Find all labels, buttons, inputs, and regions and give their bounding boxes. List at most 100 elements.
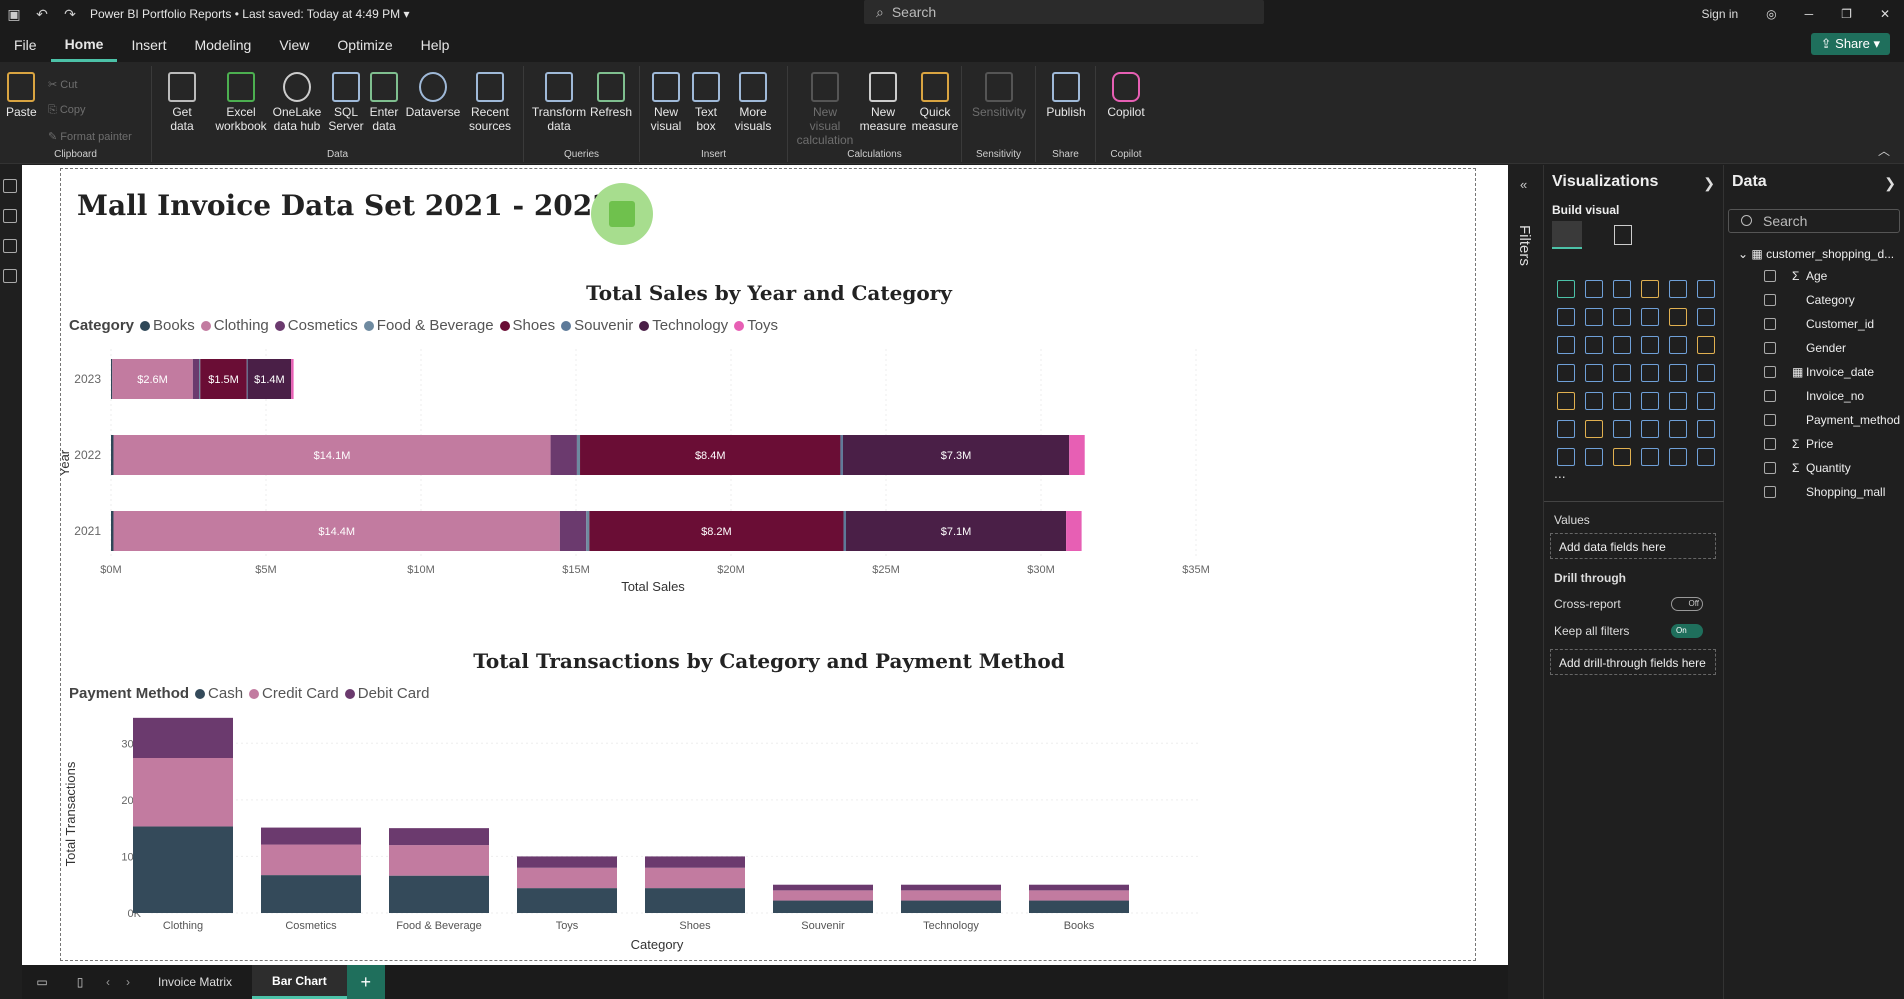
collapse-ribbon-icon[interactable]: ︿: [1878, 142, 1890, 159]
bar-segment[interactable]: [840, 435, 843, 475]
bar-segment[interactable]: [576, 435, 581, 475]
chart2-plot[interactable]: 0K10K20K30KClothing Cosmetics Food & Bever…: [61, 705, 1477, 960]
keep-all-filters-toggle[interactable]: On: [1671, 624, 1703, 638]
bar-segment[interactable]: [389, 845, 489, 876]
bar-segment[interactable]: [517, 856, 617, 868]
field-checkbox[interactable]: [1764, 438, 1776, 450]
report-view-icon[interactable]: [3, 179, 17, 193]
cross-report-toggle[interactable]: Off: [1671, 597, 1703, 611]
visual-type-icon[interactable]: [1641, 448, 1659, 466]
bar-segment[interactable]: [261, 875, 361, 913]
mobile-layout-icon[interactable]: ▯: [62, 975, 98, 989]
refresh-button[interactable]: Refresh: [588, 72, 634, 119]
menu-file[interactable]: File: [0, 28, 51, 62]
visual-type-icon[interactable]: [1697, 336, 1715, 354]
bar-segment[interactable]: [111, 435, 114, 475]
visual-type-icon[interactable]: [1641, 392, 1659, 410]
bar-segment[interactable]: [133, 757, 233, 827]
cut-button[interactable]: ✂ Cut: [48, 78, 77, 91]
new-visual-button[interactable]: New visual: [648, 72, 684, 133]
next-page-icon[interactable]: ›: [118, 975, 138, 989]
visual-type-icon[interactable]: [1641, 280, 1659, 298]
visual-type-icon[interactable]: [1697, 420, 1715, 438]
visual-type-icon[interactable]: [1557, 420, 1575, 438]
table-customer-shopping[interactable]: ⌄ ▦ customer_shopping_d...: [1738, 247, 1894, 261]
sensitivity-button[interactable]: Sensitivity: [968, 72, 1030, 119]
chart1-plot[interactable]: $0M $5M $10M $15M $20M $25M $30M $35M 2023 $2.6M $…: [61, 339, 1477, 619]
text-box-button[interactable]: Text box: [688, 72, 724, 133]
copy-button[interactable]: ⎘ Copy: [48, 104, 86, 117]
drill-through-dropzone[interactable]: Add drill-through fields here: [1550, 649, 1716, 675]
visual-type-icon[interactable]: [1697, 280, 1715, 298]
bar-segment[interactable]: [773, 900, 873, 913]
bar-segment[interactable]: [111, 359, 113, 399]
visual-type-icon[interactable]: [1669, 392, 1687, 410]
field-item[interactable]: Σ Age: [1764, 269, 1827, 283]
chart2-legend-item[interactable]: Cash: [195, 685, 243, 702]
sign-in-link[interactable]: Sign in: [1701, 7, 1738, 21]
visual-type-icon[interactable]: [1613, 420, 1631, 438]
bar-segment[interactable]: [133, 826, 233, 913]
bar-segment[interactable]: [645, 867, 745, 889]
visual-type-icon[interactable]: [1557, 280, 1575, 298]
field-checkbox[interactable]: [1764, 486, 1776, 498]
visual-type-icon[interactable]: [1585, 420, 1603, 438]
menu-insert[interactable]: Insert: [117, 28, 180, 62]
menu-home[interactable]: Home: [50, 28, 118, 62]
chart1-legend-item[interactable]: Technology: [639, 317, 728, 334]
menu-help[interactable]: Help: [407, 28, 464, 62]
table-view-icon[interactable]: [3, 209, 17, 223]
bar-segment[interactable]: [261, 827, 361, 845]
field-item[interactable]: Invoice_no: [1764, 389, 1864, 403]
redo-icon[interactable]: ↷: [56, 0, 84, 28]
visual-type-icon[interactable]: [1641, 336, 1659, 354]
excel-workbook-button[interactable]: Excel workbook: [215, 72, 267, 133]
bar-segment[interactable]: [517, 867, 617, 889]
get-data-button[interactable]: Get data: [162, 72, 202, 133]
field-item[interactable]: Gender: [1764, 341, 1846, 355]
menu-optimize[interactable]: Optimize: [323, 28, 406, 62]
onelake-button[interactable]: OneLake data hub: [270, 72, 324, 133]
bar-segment[interactable]: [389, 828, 489, 846]
field-item[interactable]: Shopping_mall: [1764, 485, 1885, 499]
visual-type-icon[interactable]: [1641, 364, 1659, 382]
new-visual-calculation-button[interactable]: New visual calculation: [796, 72, 854, 147]
bar-segment[interactable]: [901, 890, 1001, 901]
visual-type-icon[interactable]: [1585, 280, 1603, 298]
add-page-button[interactable]: +: [346, 965, 385, 999]
bar-segment[interactable]: [550, 435, 577, 475]
field-item[interactable]: ▦ Invoice_date: [1764, 365, 1874, 379]
chart1-legend-item[interactable]: Food & Beverage: [363, 317, 494, 334]
visual-type-icon[interactable]: [1585, 308, 1603, 326]
bar-segment[interactable]: [133, 717, 233, 758]
bar-segment[interactable]: [645, 856, 745, 868]
visual-type-icon[interactable]: [1669, 420, 1687, 438]
bar-segment[interactable]: [559, 511, 587, 551]
bar-segment[interactable]: [517, 888, 617, 913]
field-checkbox[interactable]: [1764, 462, 1776, 474]
chart1-legend-item[interactable]: Clothing: [200, 317, 269, 334]
field-item[interactable]: Σ Price: [1764, 437, 1833, 451]
visual-type-icon[interactable]: [1585, 392, 1603, 410]
field-item[interactable]: Payment_method: [1764, 413, 1900, 427]
new-measure-button[interactable]: New measure: [858, 72, 908, 133]
values-dropzone[interactable]: Add data fields here: [1550, 533, 1716, 559]
bar-segment[interactable]: [192, 359, 200, 399]
visual-type-icon[interactable]: [1557, 392, 1575, 410]
format-visual-tab-icon[interactable]: [1614, 225, 1632, 245]
page-tab-bar-chart[interactable]: Bar Chart: [252, 965, 347, 999]
visual-type-icon[interactable]: [1669, 308, 1687, 326]
visual-type-icon[interactable]: [1585, 448, 1603, 466]
field-checkbox[interactable]: [1764, 318, 1776, 330]
bar-segment[interactable]: [1066, 511, 1082, 551]
visual-type-icon[interactable]: [1613, 308, 1631, 326]
field-checkbox[interactable]: [1764, 366, 1776, 378]
bar-segment[interactable]: [773, 890, 873, 901]
chart1-legend-item[interactable]: Toys: [734, 317, 778, 334]
quick-measure-button[interactable]: Quick measure: [910, 72, 960, 133]
data-search-input[interactable]: Search: [1728, 209, 1900, 233]
model-view-icon[interactable]: [3, 239, 17, 253]
visual-type-icon[interactable]: [1585, 336, 1603, 354]
dax-query-view-icon[interactable]: [3, 269, 17, 283]
collapse-visualizations-icon[interactable]: ❯: [1703, 175, 1715, 192]
